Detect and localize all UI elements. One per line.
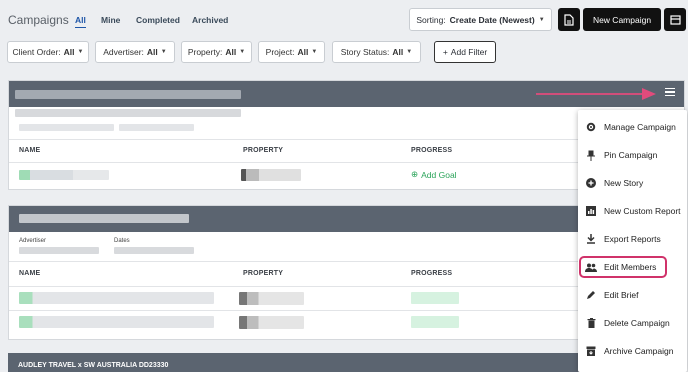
sort-dropdown[interactable]: Sorting: Create Date (Newest) ▼ [409, 8, 552, 31]
blurred-progress [411, 316, 459, 328]
document-icon [564, 13, 574, 26]
sort-value: Create Date (Newest) [449, 14, 535, 25]
divider [9, 162, 579, 163]
advertiser-label: Advertiser [19, 238, 47, 244]
caret-down-icon: ▼ [311, 49, 318, 55]
filter-value: All [392, 47, 404, 57]
caret-down-icon: ▼ [538, 16, 545, 23]
add-goal-link[interactable]: ⊕ Add Goal [411, 169, 457, 180]
divider [9, 286, 579, 287]
filter-label: Advertiser: [103, 47, 144, 57]
caret-down-icon: ▼ [77, 49, 84, 55]
blurred-text [19, 124, 114, 131]
column-header-property: PROPERTY [243, 270, 284, 277]
campaign-actions-menu: Manage Campaign Pin Campaign New Story N… [578, 110, 687, 372]
tab-completed[interactable]: Completed [136, 15, 180, 25]
blurred-title [15, 90, 241, 99]
filter-client-order[interactable]: Client Order: All ▼ [7, 41, 89, 63]
filter-advertiser[interactable]: Advertiser: All ▼ [95, 41, 175, 63]
blurred-text [114, 247, 194, 254]
column-header-progress: PROGRESS [411, 147, 453, 154]
menu-item-new-custom-report[interactable]: New Custom Report [578, 201, 687, 221]
menu-item-export-reports[interactable]: Export Reports [578, 229, 687, 249]
blurred-text [119, 124, 194, 131]
blurred-property [239, 316, 304, 329]
export-document-button[interactable] [558, 8, 580, 31]
blurred-name [19, 292, 214, 304]
divider [9, 310, 579, 311]
filter-value: All [146, 47, 158, 57]
menu-item-label: Export Reports [604, 234, 661, 244]
download-icon [578, 234, 604, 244]
menu-item-label: Manage Campaign [604, 122, 676, 132]
blurred-property [241, 169, 301, 181]
gear-icon [578, 122, 604, 132]
menu-item-manage-campaign[interactable]: Manage Campaign [578, 117, 687, 137]
view-toggle-button[interactable] [664, 8, 686, 31]
divider [9, 139, 579, 140]
arrow-annotation [536, 88, 656, 100]
column-header-progress: PROGRESS [411, 270, 453, 277]
filter-label: Property: [187, 47, 223, 57]
sort-label: Sorting: [416, 14, 446, 25]
filter-label: Client Order: [12, 47, 61, 57]
menu-item-label: Delete Campaign [604, 318, 670, 328]
menu-item-pin-campaign[interactable]: Pin Campaign [578, 145, 687, 165]
filter-value: All [297, 47, 309, 57]
blurred-title [19, 214, 189, 223]
blurred-name [19, 316, 214, 328]
column-header-name: NAME [19, 147, 41, 154]
blurred-text [19, 247, 99, 254]
menu-item-delete-campaign[interactable]: Delete Campaign [578, 313, 687, 333]
filter-project[interactable]: Project: All ▼ [258, 41, 325, 63]
menu-item-label: Pin Campaign [604, 150, 658, 160]
tab-archived[interactable]: Archived [192, 15, 228, 25]
menu-item-label: Edit Brief [604, 290, 639, 300]
plus-circle-icon: ⊕ [411, 169, 419, 179]
menu-item-label: Archive Campaign [604, 346, 674, 356]
filter-story-status[interactable]: Story Status: All ▼ [332, 41, 421, 63]
plus-circle-icon [578, 178, 604, 188]
pin-icon [578, 150, 604, 161]
menu-item-new-story[interactable]: New Story [578, 173, 687, 193]
pencil-icon [578, 290, 604, 300]
campaign-title: AUDLEY TRAVEL x SW AUSTRALIA DD23330 [18, 362, 169, 369]
menu-item-label: New Custom Report [604, 206, 681, 216]
filter-label: Story Status: [340, 47, 390, 57]
dates-label: Dates [114, 238, 130, 244]
window-icon [669, 14, 681, 25]
filter-property[interactable]: Property: All ▼ [181, 41, 252, 63]
blurred-progress [411, 292, 459, 304]
new-campaign-button[interactable]: New Campaign [583, 8, 661, 31]
add-filter-button[interactable]: + Add Filter [434, 41, 496, 63]
caret-down-icon: ▼ [406, 49, 413, 55]
page-title: Campaigns [8, 13, 69, 27]
blurred-name [19, 170, 109, 180]
filter-label: Project: [265, 47, 295, 57]
highlight-annotation [579, 256, 667, 278]
tab-mine[interactable]: Mine [101, 15, 120, 25]
divider [9, 261, 579, 262]
filter-value: All [225, 47, 237, 57]
tab-all[interactable]: All [75, 15, 86, 28]
trash-icon [578, 318, 604, 328]
menu-item-edit-brief[interactable]: Edit Brief [578, 285, 687, 305]
column-header-property: PROPERTY [243, 147, 284, 154]
add-goal-label: Add Goal [421, 169, 457, 180]
card-menu-button[interactable] [665, 88, 675, 97]
archive-icon [578, 346, 604, 356]
menu-item-label: New Story [604, 178, 644, 188]
chart-icon [578, 206, 604, 216]
blurred-property [239, 292, 304, 305]
caret-down-icon: ▼ [239, 49, 246, 55]
add-filter-label: Add Filter [450, 47, 488, 57]
column-header-name: NAME [19, 270, 41, 277]
menu-item-archive-campaign[interactable]: Archive Campaign [578, 341, 687, 361]
caret-down-icon: ▼ [160, 49, 167, 55]
blurred-text [15, 109, 241, 117]
filter-value: All [63, 47, 75, 57]
plus-icon: + [442, 47, 448, 57]
